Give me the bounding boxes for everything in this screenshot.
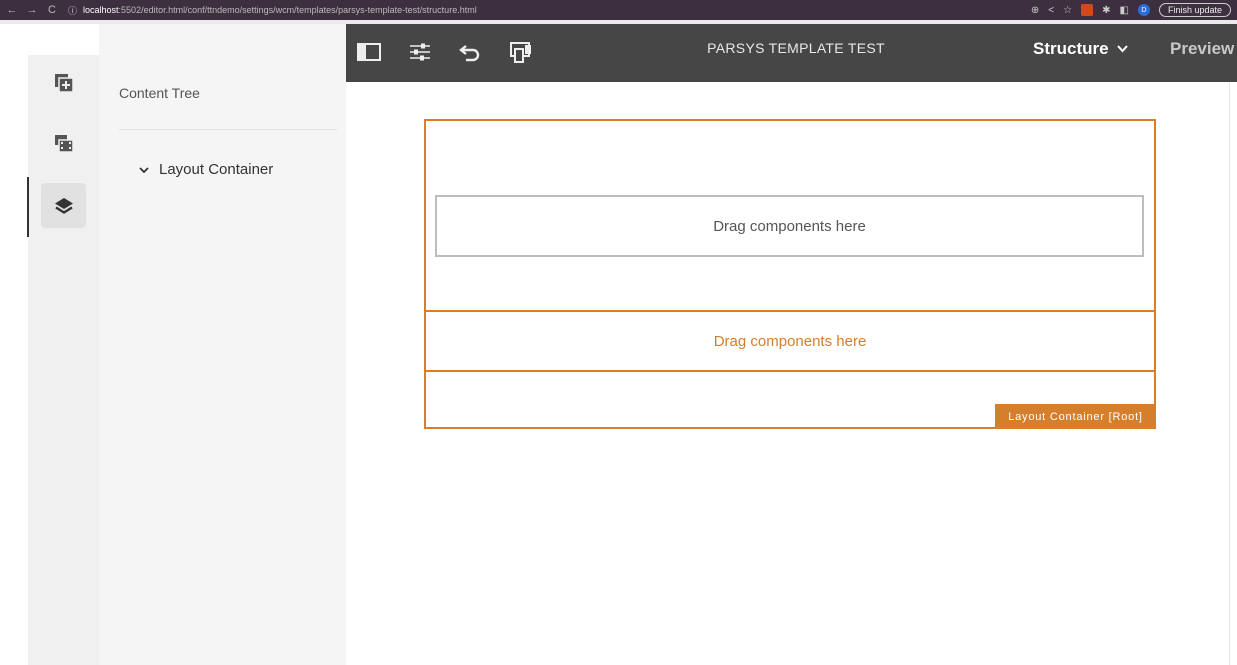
root-container-label: Layout Container [Root] xyxy=(995,404,1156,429)
root-drop-zone[interactable]: Drag components here xyxy=(424,310,1156,372)
layout-container-root[interactable] xyxy=(424,119,1156,429)
sidepanel-icon[interactable]: ◧ xyxy=(1120,5,1129,16)
side-panel-icon xyxy=(357,43,381,61)
components-button[interactable] xyxy=(41,60,86,105)
bookmark-star-icon[interactable]: ☆ xyxy=(1063,5,1072,16)
puzzle-icon[interactable]: ✱ xyxy=(1102,5,1110,16)
back-icon[interactable]: ← xyxy=(6,4,18,16)
extension-icon[interactable] xyxy=(1081,4,1094,16)
mode-label: Structure xyxy=(1033,39,1109,58)
panel-title: Content Tree xyxy=(119,85,200,101)
browser-toolbar: ← → C ⓘ localhost:5502/editor.html/conf/… xyxy=(0,0,1237,20)
layers-icon xyxy=(54,197,73,214)
side-rail xyxy=(28,55,99,665)
page-title: PARSYS TEMPLATE TEST xyxy=(707,40,885,56)
toggle-side-panel-button[interactable] xyxy=(356,39,382,65)
inner-drop-zone[interactable]: Drag components here xyxy=(435,195,1144,257)
active-rail-indicator xyxy=(27,177,29,237)
url-path: :5502/editor.html/conf/ttndemo/settings/… xyxy=(118,5,477,15)
assets-icon xyxy=(54,134,74,153)
preview-button[interactable]: Preview xyxy=(1170,39,1234,59)
chevron-down-icon[interactable] xyxy=(139,165,149,175)
content-tree-panel: Content Tree Layout Container xyxy=(99,24,346,665)
device-emulator-icon xyxy=(510,42,531,63)
components-icon xyxy=(54,73,74,93)
browser-actions: ⊕ < ☆ ✱ ◧ D Finish update xyxy=(1031,0,1231,20)
page-properties-button[interactable] xyxy=(407,39,433,65)
reload-icon[interactable]: C xyxy=(46,4,58,16)
chevron-down-icon xyxy=(1116,45,1128,53)
mode-selector[interactable]: Structure xyxy=(1033,39,1128,59)
sliders-icon xyxy=(410,43,430,61)
undo-icon xyxy=(459,45,480,62)
tree-item-label: Layout Container xyxy=(159,161,274,178)
profile-avatar[interactable]: D xyxy=(1137,4,1150,16)
zoom-icon[interactable]: ⊕ xyxy=(1031,5,1039,16)
panel-divider xyxy=(119,129,337,130)
emulator-button[interactable] xyxy=(508,39,534,65)
info-icon[interactable]: ⓘ xyxy=(68,4,77,17)
editor-toolbar: PARSYS TEMPLATE TEST Structure Preview xyxy=(346,24,1237,82)
tree-item-layout-container[interactable]: Layout Container xyxy=(139,161,273,178)
canvas-scrollbar[interactable] xyxy=(1229,82,1237,665)
browser-nav: ← → C xyxy=(0,4,58,16)
assets-button[interactable] xyxy=(41,120,86,165)
undo-button[interactable] xyxy=(457,39,483,65)
address-bar[interactable]: ⓘ localhost:5502/editor.html/conf/ttndem… xyxy=(68,4,477,17)
url-host: localhost xyxy=(83,5,119,15)
forward-icon[interactable]: → xyxy=(26,4,38,16)
content-tree-button[interactable] xyxy=(41,183,86,228)
finish-update-button[interactable]: Finish update xyxy=(1158,3,1231,17)
share-icon[interactable]: < xyxy=(1048,5,1054,16)
